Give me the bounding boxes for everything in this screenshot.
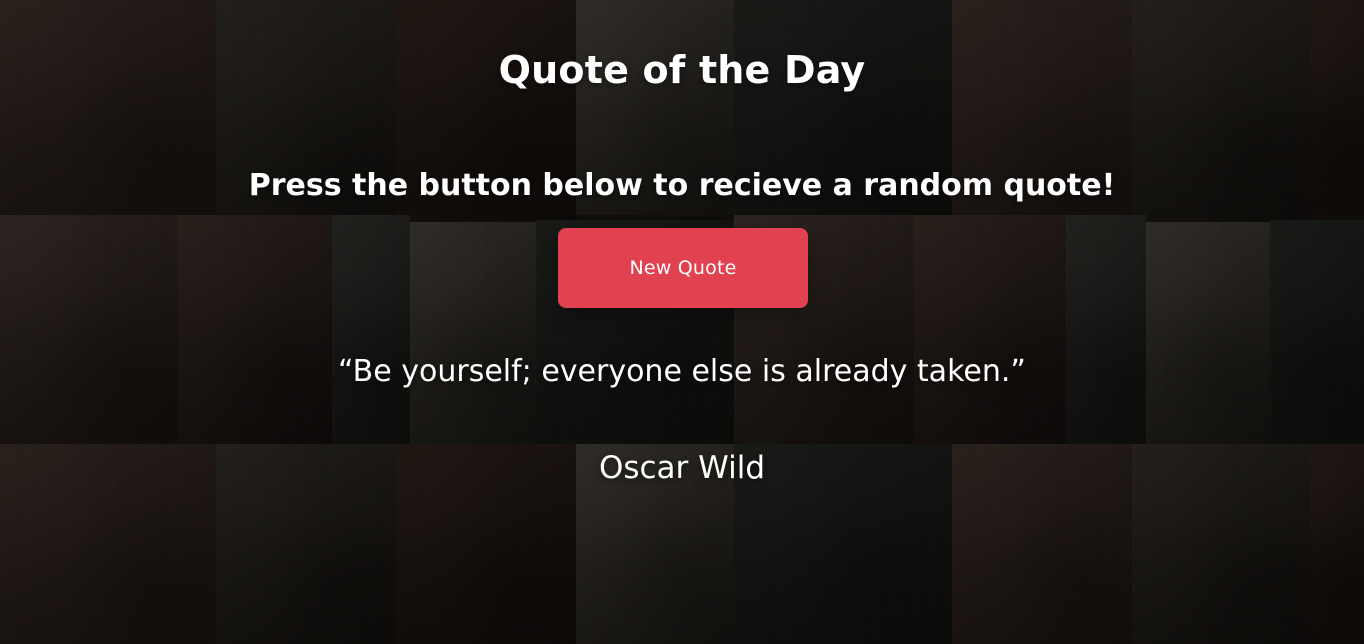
quote-author: Oscar Wild	[598, 450, 766, 486]
main-content: Quote of the Day Press the button below …	[0, 0, 1364, 644]
quote-text: “Be yourself; everyone else is already t…	[338, 354, 1026, 389]
page-title: Quote of the Day	[498, 48, 866, 92]
quote-page: Quote of the Day Press the button below …	[0, 0, 1364, 644]
new-quote-button[interactable]: New Quote	[558, 228, 808, 308]
new-quote-button-label: New Quote	[629, 257, 737, 279]
instruction-text: Press the button below to recieve a rand…	[248, 168, 1116, 203]
